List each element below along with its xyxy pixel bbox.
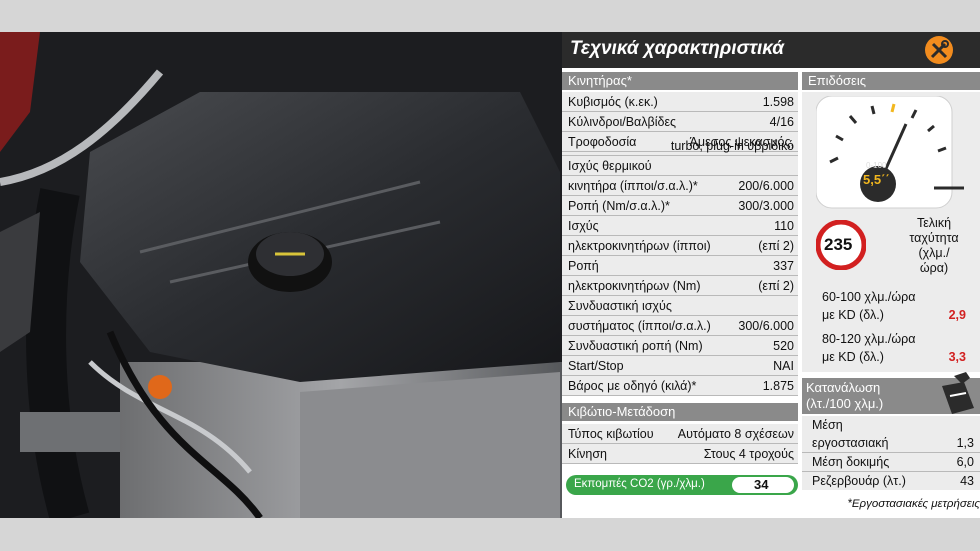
spec-value: 1.598: [762, 95, 794, 109]
spec-value: 110: [774, 219, 794, 233]
spec-row: Ροπή 337: [562, 256, 798, 276]
gauge-label: 0-100: [866, 161, 887, 170]
spec-value: 200/6.000: [738, 179, 794, 193]
spec-row: Συνδυαστική ροπή (Nm) 520: [562, 336, 798, 356]
accel-60-100: 60-100 χλμ./ώρα με KD (δλ.) 2,9: [822, 288, 972, 324]
gearbox-section-header: Κιβώτιο-Μετάδοση: [562, 403, 798, 421]
spec-label: Συνδυαστική ροπή (Nm): [568, 339, 703, 353]
accel1-label-2: με KD (δλ.): [822, 308, 884, 322]
consumption-row1-label-2: εργοστασιακή: [812, 436, 889, 450]
accel2-value: 3,3: [948, 350, 966, 364]
spec-value: 337: [773, 259, 794, 273]
consumption-row1-label-1: Μέση: [812, 418, 843, 432]
spec-label: Ισχύς: [568, 219, 599, 233]
spec-value: Αυτόματο 8 σχέσεων: [677, 427, 794, 441]
top-speed-label: Τελική ταχύτητα (χλμ./ ώρα): [894, 216, 974, 276]
tools-icon: [925, 36, 953, 64]
co2-value: 34: [754, 477, 769, 492]
spec-value: (επί 2): [758, 239, 794, 253]
spec-label: Βάρος με οδηγό (κιλά)*: [568, 379, 697, 393]
top-speed-label-2: ταχύτητα: [909, 231, 959, 245]
spec-row: Τύπος κιβωτίου Αυτόματο 8 σχέσεων: [562, 424, 798, 444]
spec-row: Κύλινδροι/Βαλβίδες 4/16: [562, 112, 798, 132]
consumption-row3-label: Ρεζερβουάρ (λτ.): [812, 474, 906, 488]
performance-box: 0-100 5,5΄΄ 235 Τελική ταχύτητα (χλμ./ ώ…: [802, 92, 980, 372]
page-title: Τεχνικά χαρακτηριστικά: [570, 38, 785, 59]
spec-value: 300/6.000: [738, 319, 794, 333]
top-speed-value: 235: [824, 235, 853, 254]
spec-label: Κύλινδροι/Βαλβίδες: [568, 115, 677, 129]
consumption-row2-label: Μέση δοκιμής: [812, 455, 890, 469]
spec-value: (επί 2): [758, 279, 794, 293]
consumption-row1-value: 1,3: [956, 436, 974, 450]
spec-row: ηλεκτροκινητήρων (ίπποι) (επί 2): [562, 236, 798, 256]
top-speed-label-4: ώρα): [919, 261, 949, 275]
spec-label: Κυβισμός (κ.εκ.): [568, 95, 658, 109]
spec-label: Συνδυαστική ισχύς: [568, 299, 672, 313]
spec-row: Ισχύς 110: [562, 216, 798, 236]
spec-row: συστήματος (ίπποι/σ.α.λ.) 300/6.000: [562, 316, 798, 336]
accel1-value: 2,9: [948, 308, 966, 322]
gauge-value: 5,5΄΄: [863, 172, 890, 187]
spec-row: Κίνηση Στους 4 τροχούς: [562, 444, 798, 464]
top-speed-label-1: Τελική: [916, 216, 952, 230]
engine-spec-table: Κυβισμός (κ.εκ.) 1.598 Κύλινδροι/Βαλβίδες 4…: [562, 92, 798, 396]
spec-row: Ισχύς θερμικού: [562, 156, 798, 176]
footnote: *Εργοστασιακές μετρήσεις: [847, 498, 980, 510]
spec-label: Ισχύς θερμικού: [568, 159, 652, 173]
title-bar: Τεχνικά χαρακτηριστικά: [562, 32, 980, 68]
consumption-section-header: Κατανάλωση (λτ./100 χλμ.): [802, 372, 980, 414]
top-speed-label-3: (χλμ./: [918, 246, 950, 260]
spec-row: κινητήρα (ίπποι/σ.α.λ.)* 200/6.000: [562, 176, 798, 196]
spec-value: 300/3.000: [738, 199, 794, 213]
consumption-table: Μέση εργοστασιακή 1,3 Μέση δοκιμής 6,0 Ρεζ…: [802, 416, 980, 490]
spec-label: Ροπή: [568, 259, 599, 273]
spec-row: Συνδυαστική ισχύς: [562, 296, 798, 316]
spec-value: turbo, plug-in υβριδικό: [670, 139, 794, 153]
gearbox-spec-table: Τύπος κιβωτίου Αυτόματο 8 σχέσεων Κίνηση Στ…: [562, 424, 798, 464]
accel2-label-2: με KD (δλ.): [822, 350, 884, 364]
spec-value: 520: [773, 339, 794, 353]
engine-section-header: Κινητήρας*: [562, 72, 798, 90]
spec-label: Start/Stop: [568, 359, 624, 373]
spec-row: Κυβισμός (κ.εκ.) 1.598: [562, 92, 798, 112]
spec-row: ηλεκτροκινητήρων (Nm) (επί 2): [562, 276, 798, 296]
spec-value: 1.875: [762, 379, 794, 393]
performance-section-header: Επιδόσεις: [802, 72, 980, 90]
accel2-label-1: 80-120 χλμ./ώρα: [822, 332, 916, 346]
consumption-row-factory: Μέση εργοστασιακή 1,3: [802, 416, 980, 453]
consumption-row-test: Μέση δοκιμής 6,0: [802, 453, 980, 472]
spec-value: ΝΑΙ: [773, 359, 794, 373]
accel1-label-1: 60-100 χλμ./ώρα: [822, 290, 916, 304]
spec-value: 4/16: [769, 115, 794, 129]
spec-row: Ροπή (Nm/σ.α.λ.)* 300/3.000: [562, 196, 798, 216]
engine-photo: [0, 32, 562, 518]
consumption-row3-value: 43: [960, 474, 974, 488]
fuel-pump-icon: [942, 372, 974, 414]
spec-row: Βάρος με οδηγό (κιλά)* 1.875: [562, 376, 798, 396]
speedometer-icon: [816, 96, 964, 209]
spec-panel: Τεχνικά χαρακτηριστικά Κινητήρας* Κυβισμ…: [562, 32, 980, 518]
accel-80-120: 80-120 χλμ./ώρα με KD (δλ.) 3,3: [822, 330, 972, 366]
spec-value: Στους 4 τροχούς: [703, 447, 794, 461]
engine-bay-image: [0, 32, 562, 518]
consumption-row2-value: 6,0: [956, 455, 974, 469]
co2-label: Εκπομπές CO2 (γρ./χλμ.): [574, 478, 705, 490]
spec-row: Start/Stop ΝΑΙ: [562, 356, 798, 376]
consumption-row-tank: Ρεζερβουάρ (λτ.) 43: [802, 472, 980, 490]
